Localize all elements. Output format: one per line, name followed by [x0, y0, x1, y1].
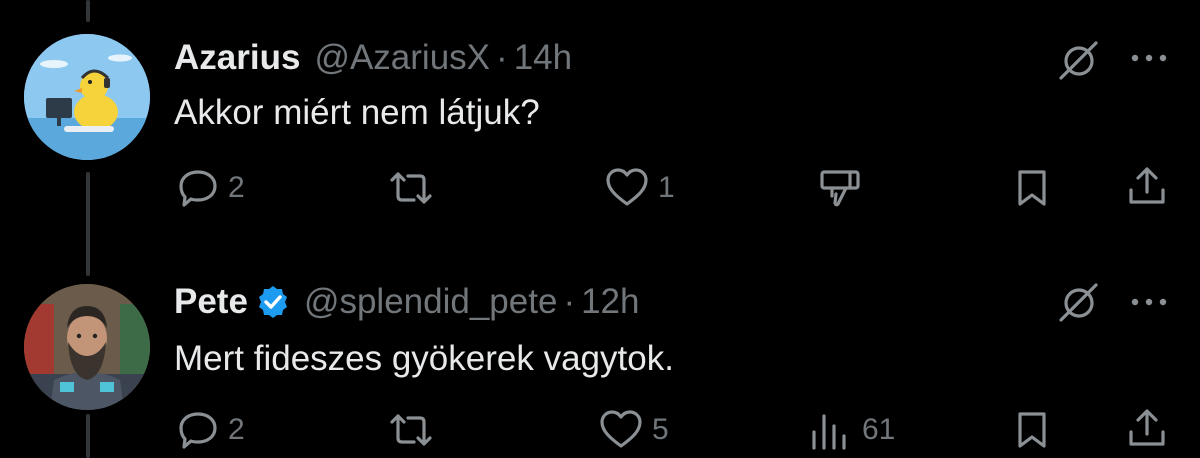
- reply-button[interactable]: 2: [176, 408, 245, 452]
- like-button[interactable]: 5: [598, 408, 669, 452]
- reply-count: 2: [228, 413, 245, 446]
- reply-count: 2: [228, 171, 245, 204]
- tweet-pete[interactable]: Pete @splendid_pete · 12h Mert fideszes …: [0, 240, 1200, 458]
- retweet-button[interactable]: [386, 408, 444, 452]
- heart-icon: [598, 408, 644, 452]
- tweet-actions: 2 5 61: [0, 406, 1200, 456]
- bookmark-button[interactable]: [1012, 408, 1052, 452]
- views-icon: [806, 408, 854, 452]
- tweet-header: Pete @splendid_pete · 12h: [174, 282, 640, 322]
- tweet-actions: 2 1: [0, 162, 1200, 212]
- views-button[interactable]: 61: [806, 408, 895, 452]
- reply-icon: [176, 166, 220, 210]
- like-button[interactable]: 1: [604, 166, 675, 210]
- bearded-man-avatar-image: [24, 284, 150, 410]
- like-count: 1: [658, 171, 675, 204]
- dislike-icon: [816, 166, 864, 210]
- tweet-azarius[interactable]: Azarius @AzariusX · 14h Akkor miért nem …: [0, 0, 1200, 240]
- retweet-icon: [386, 166, 436, 210]
- reply-button[interactable]: 2: [176, 166, 245, 210]
- bookmark-button[interactable]: [1012, 166, 1052, 210]
- separator-dot: ·: [496, 38, 508, 77]
- more-options-icon[interactable]: [1126, 290, 1172, 319]
- separator-dot: ·: [563, 282, 576, 321]
- tweet-text: Akkor miért nem látjuk?: [174, 93, 540, 132]
- display-name[interactable]: Azarius: [174, 38, 300, 78]
- avatar[interactable]: [24, 284, 150, 410]
- heart-icon: [604, 166, 650, 210]
- more-options-icon[interactable]: [1126, 46, 1172, 75]
- avatar[interactable]: [24, 34, 150, 160]
- share-icon: [1124, 164, 1170, 210]
- user-handle[interactable]: @splendid_pete: [304, 282, 558, 322]
- tweet-header: Azarius @AzariusX · 14h: [174, 38, 572, 78]
- user-handle[interactable]: @AzariusX: [314, 38, 490, 78]
- share-button[interactable]: [1124, 406, 1170, 452]
- grok-icon[interactable]: [1056, 38, 1102, 89]
- display-name[interactable]: Pete: [174, 282, 248, 322]
- retweet-icon: [386, 408, 436, 452]
- share-icon: [1124, 406, 1170, 452]
- reply-icon: [176, 408, 220, 452]
- bookmark-icon: [1012, 408, 1052, 452]
- timestamp[interactable]: 12h: [581, 282, 639, 322]
- duck-avatar-image: [24, 34, 150, 160]
- grok-icon[interactable]: [1056, 280, 1102, 331]
- share-button[interactable]: [1124, 164, 1170, 210]
- tweet-text: Mert fideszes gyökerek vagytok.: [174, 339, 674, 378]
- dislike-button[interactable]: [816, 166, 864, 210]
- bookmark-icon: [1012, 166, 1052, 210]
- views-count: 61: [862, 413, 896, 446]
- retweet-button[interactable]: [386, 166, 444, 210]
- like-count: 5: [652, 413, 669, 446]
- timestamp[interactable]: 14h: [514, 38, 572, 78]
- verified-badge-icon[interactable]: [256, 285, 290, 319]
